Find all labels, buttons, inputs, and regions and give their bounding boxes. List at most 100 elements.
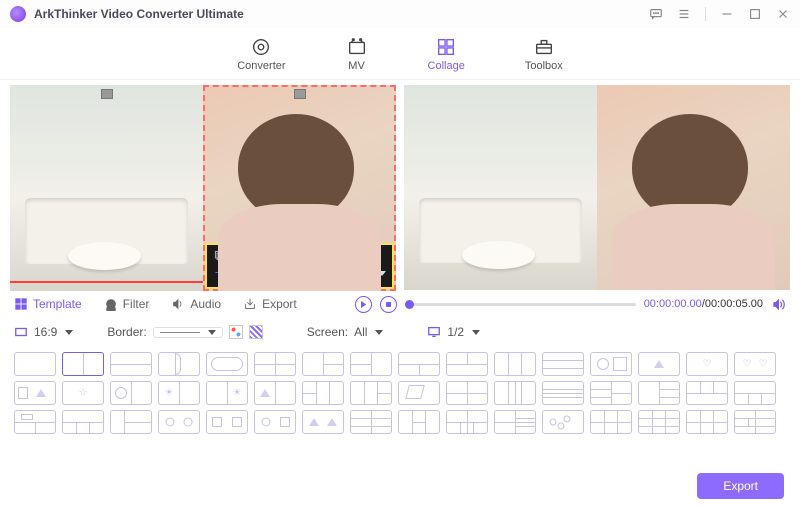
collage-pane-right[interactable]: − +	[203, 85, 396, 291]
template-item[interactable]	[206, 410, 248, 434]
collage-editor[interactable]: − +	[10, 85, 396, 291]
template-item[interactable]	[638, 381, 680, 405]
image-placeholder-icon	[294, 89, 306, 99]
template-item[interactable]	[14, 352, 56, 376]
main-nav: Converter MV Collage Toolbox	[0, 28, 800, 80]
border-color-button[interactable]	[229, 325, 243, 339]
output-preview	[404, 85, 790, 290]
template-item[interactable]	[302, 410, 344, 434]
page-select[interactable]: 1/2	[427, 325, 480, 339]
aspect-ratio-select[interactable]: 16:9	[14, 325, 73, 339]
preview-pane-left	[404, 85, 597, 290]
zoom-out-button[interactable]: −	[213, 267, 223, 279]
template-item[interactable]	[542, 381, 584, 405]
template-item[interactable]	[398, 352, 440, 376]
play-button[interactable]	[355, 296, 372, 313]
template-item[interactable]	[254, 381, 296, 405]
nav-toolbox[interactable]: Toolbox	[525, 36, 563, 72]
rotate-icon[interactable]	[259, 249, 272, 265]
template-item[interactable]	[590, 352, 632, 376]
template-item[interactable]: ♡	[686, 352, 728, 376]
seek-slider[interactable]	[405, 303, 636, 306]
tab-filter[interactable]: Filter	[104, 297, 150, 311]
template-item[interactable]	[446, 381, 488, 405]
template-item[interactable]	[446, 352, 488, 376]
template-item[interactable]	[494, 410, 536, 434]
template-item[interactable]	[590, 381, 632, 405]
template-item[interactable]	[110, 352, 152, 376]
nav-label: Toolbox	[525, 60, 563, 72]
tab-export[interactable]: Export	[243, 297, 297, 311]
close-button[interactable]	[776, 7, 790, 21]
template-item[interactable]	[62, 352, 104, 376]
preview-pane-right	[597, 85, 790, 290]
template-item[interactable]	[302, 352, 344, 376]
template-item[interactable]	[14, 381, 56, 405]
template-item[interactable]	[350, 352, 392, 376]
trim-line[interactable]	[10, 281, 203, 283]
feedback-icon[interactable]	[649, 7, 663, 21]
border-line-preview	[160, 332, 200, 333]
template-item[interactable]	[686, 410, 728, 434]
template-item[interactable]	[398, 381, 440, 405]
template-item[interactable]	[110, 410, 152, 434]
collage-pane-left[interactable]	[10, 85, 203, 291]
template-item[interactable]	[734, 381, 776, 405]
fit-icon[interactable]	[358, 268, 372, 279]
stop-button[interactable]	[380, 296, 397, 313]
nav-converter[interactable]: Converter	[237, 36, 285, 72]
tab-label: Template	[33, 297, 82, 311]
template-item[interactable]	[446, 410, 488, 434]
template-item[interactable]	[638, 410, 680, 434]
template-item[interactable]: ☀	[206, 381, 248, 405]
template-item[interactable]	[494, 352, 536, 376]
fit-dropdown-icon[interactable]	[378, 271, 386, 276]
pane-edit-toolbar: − +	[205, 243, 394, 289]
border-label: Border:	[107, 325, 146, 339]
volume-icon[interactable]	[771, 297, 786, 312]
template-item[interactable]	[590, 410, 632, 434]
crop-icon[interactable]	[213, 249, 226, 265]
menu-icon[interactable]	[677, 7, 691, 21]
template-item[interactable]	[350, 381, 392, 405]
nav-mv[interactable]: MV	[346, 36, 368, 72]
border-style-select[interactable]	[153, 327, 223, 338]
app-title: ArkThinker Video Converter Ultimate	[34, 7, 649, 21]
template-item[interactable]	[14, 410, 56, 434]
template-item[interactable]	[638, 352, 680, 376]
template-item[interactable]: ♡♡	[734, 352, 776, 376]
template-item[interactable]	[302, 381, 344, 405]
chevron-down-icon	[65, 330, 73, 335]
tab-template[interactable]: Template	[14, 297, 82, 311]
template-item[interactable]	[110, 381, 152, 405]
zoom-slider[interactable]	[229, 272, 336, 275]
effects-icon[interactable]	[236, 249, 249, 265]
mv-icon	[346, 36, 368, 58]
template-item[interactable]	[734, 410, 776, 434]
tab-audio[interactable]: Audio	[171, 297, 221, 311]
template-item[interactable]: ☆	[62, 381, 104, 405]
reset-icon[interactable]	[282, 249, 295, 265]
template-item[interactable]	[350, 410, 392, 434]
template-item[interactable]	[206, 352, 248, 376]
template-item[interactable]	[542, 410, 584, 434]
minimize-button[interactable]	[720, 7, 734, 21]
template-item[interactable]: ☀	[158, 381, 200, 405]
export-button[interactable]: Export	[697, 473, 784, 499]
template-item[interactable]	[398, 410, 440, 434]
template-item[interactable]	[494, 381, 536, 405]
template-item[interactable]	[158, 410, 200, 434]
screen-select[interactable]: Screen: All	[307, 325, 384, 339]
template-item[interactable]	[62, 410, 104, 434]
zoom-in-button[interactable]: +	[342, 267, 352, 279]
template-item[interactable]	[542, 352, 584, 376]
border-pattern-button[interactable]	[249, 325, 263, 339]
nav-collage[interactable]: Collage	[428, 36, 465, 72]
template-item[interactable]	[254, 410, 296, 434]
template-item[interactable]	[686, 381, 728, 405]
maximize-button[interactable]	[748, 7, 762, 21]
chevron-down-icon	[208, 330, 216, 335]
playback-controls: 00:00:00.00/00:00:05.00	[355, 296, 786, 313]
template-item[interactable]	[254, 352, 296, 376]
template-item[interactable]	[158, 352, 200, 376]
